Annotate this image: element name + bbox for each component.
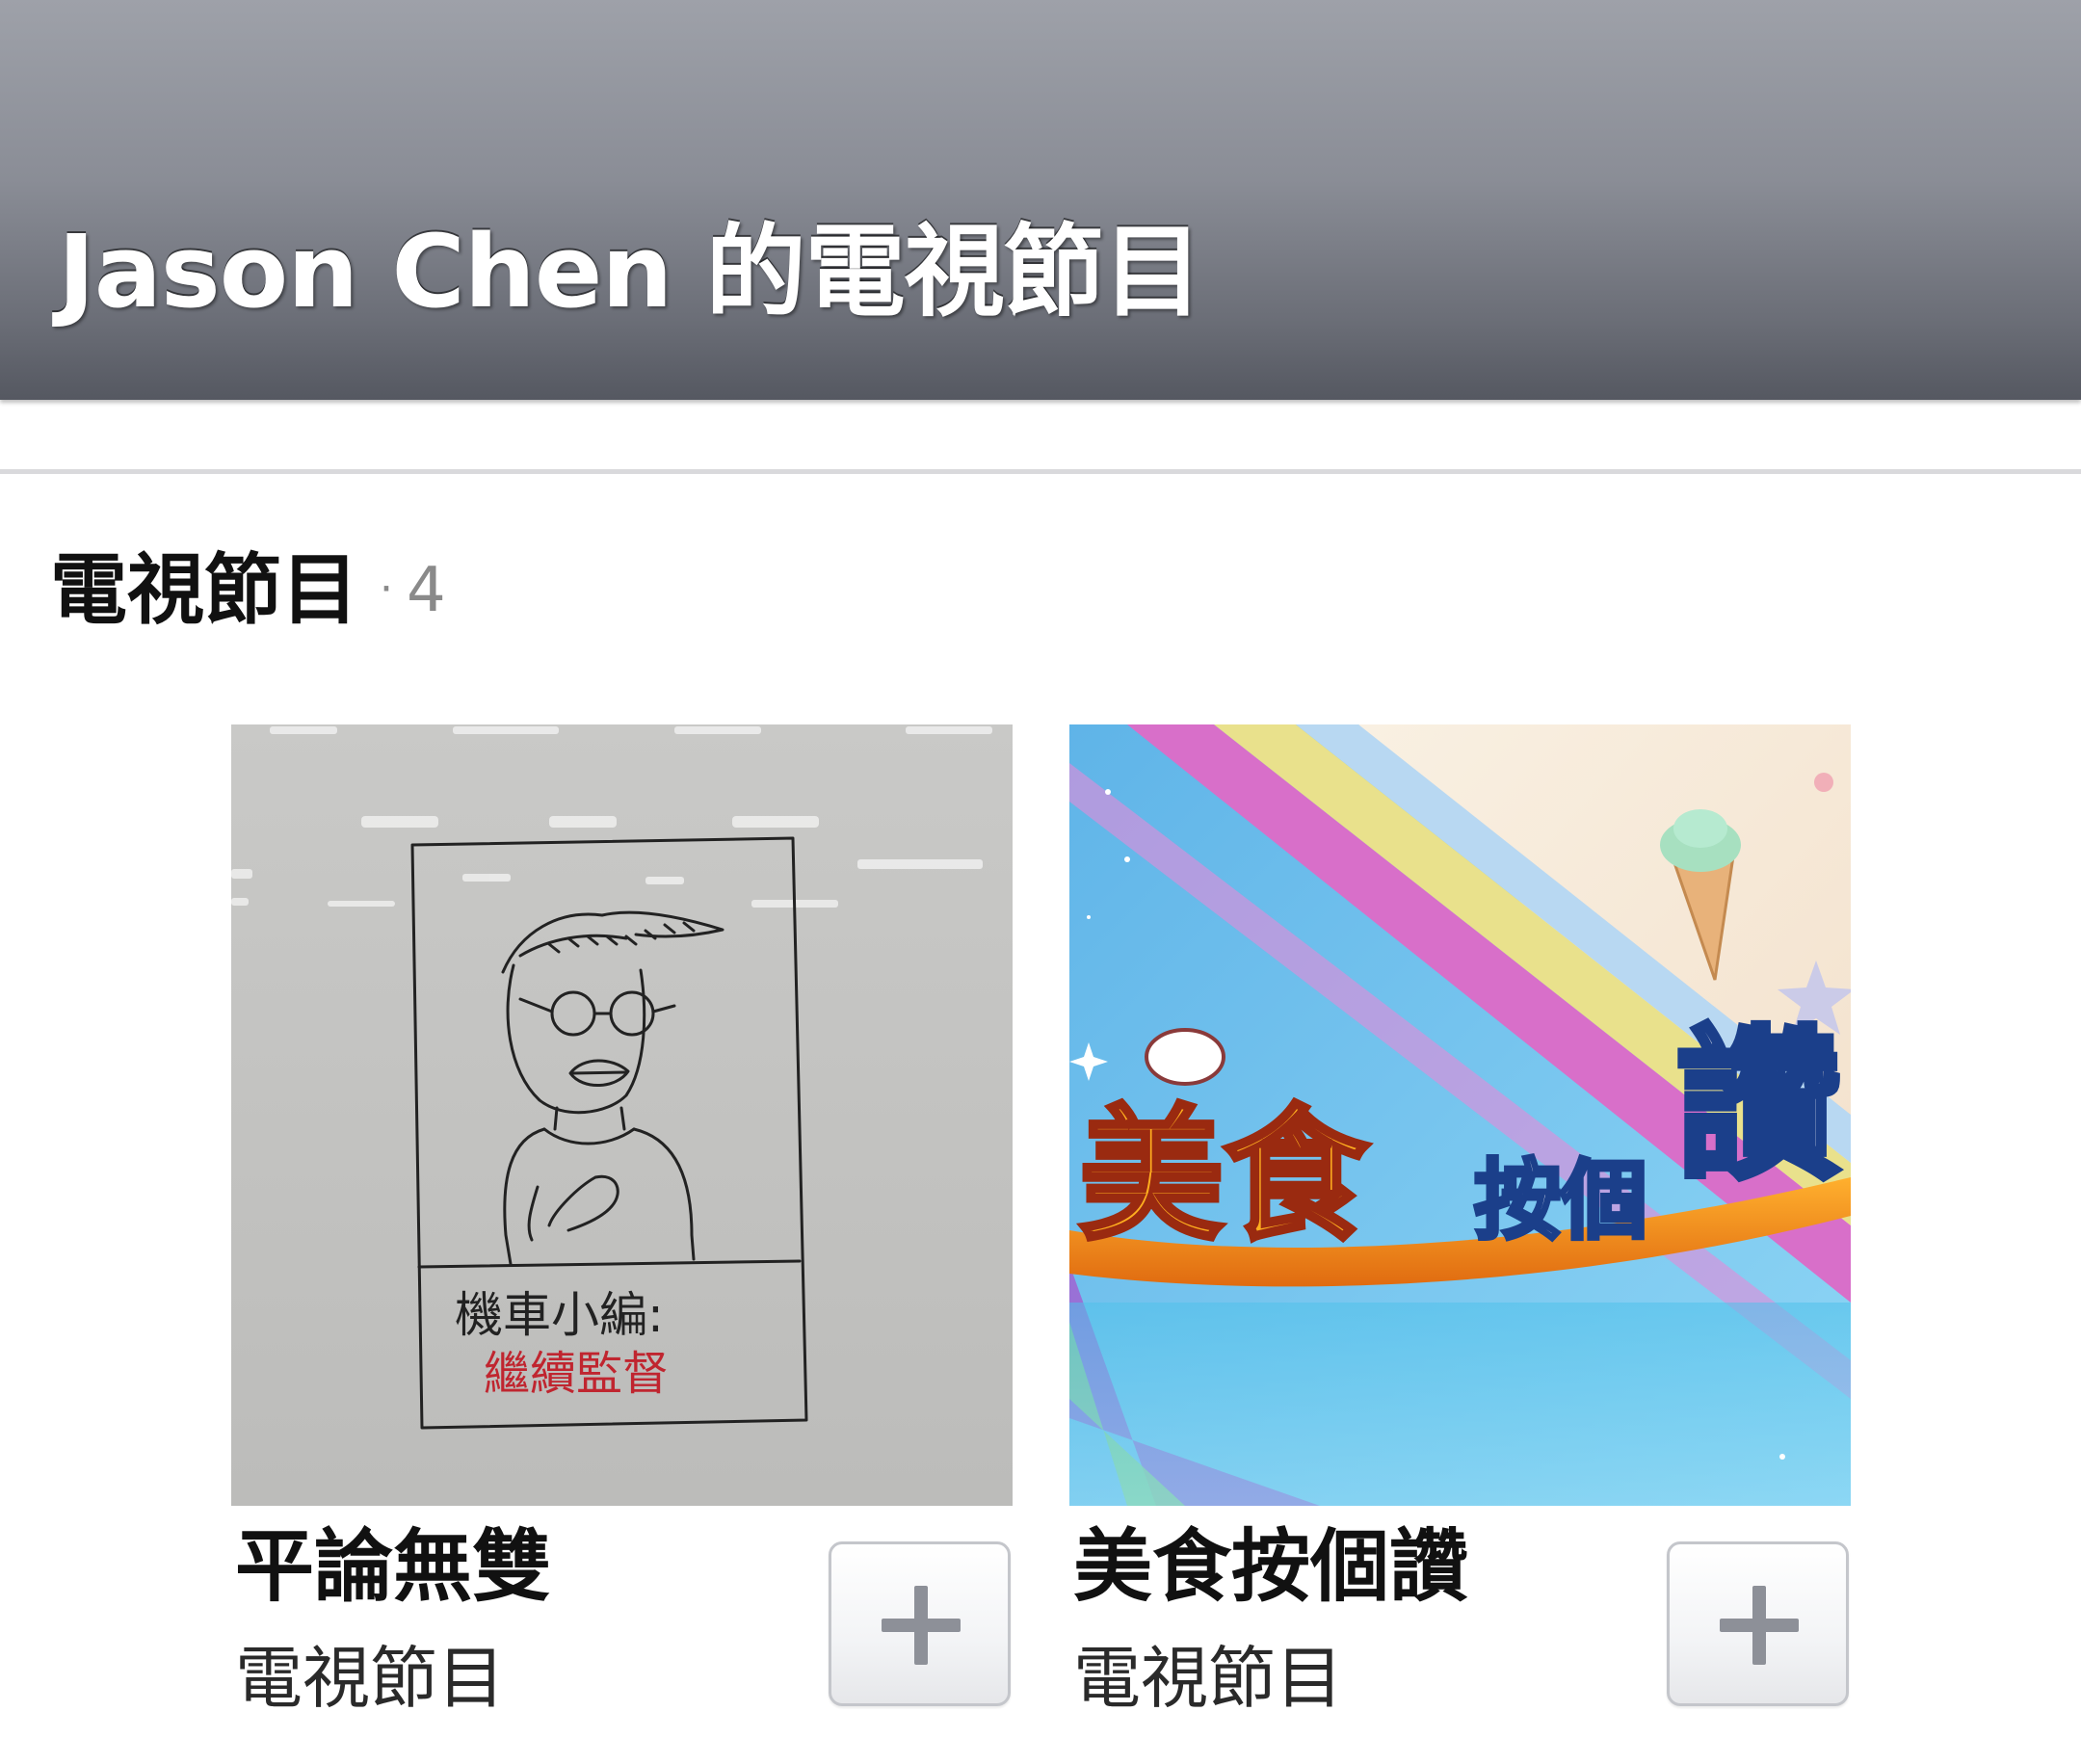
show-category: 電視節目	[1073, 1639, 1343, 1718]
tv-show-card: 機車小編: 繼續監督 平論無雙 電視節目	[231, 724, 1013, 1718]
show-name[interactable]: 美食按個讚	[1073, 1519, 1468, 1616]
logo-text-main: 美食	[1079, 1093, 1369, 1260]
section-title: 電視節目	[50, 545, 358, 635]
logo-text-small: 按個	[1474, 1150, 1647, 1251]
drawing-caption-line1: 機車小編:	[455, 1287, 664, 1343]
tv-show-card: 美食 按個 讚 美食按個讚 電視節目	[1069, 724, 1851, 1718]
show-thumbnail-meishi[interactable]: 美食 按個 讚	[1069, 724, 1851, 1506]
logo-text-big: 讚	[1676, 1012, 1840, 1202]
section-separator: ·	[380, 565, 393, 614]
page-header: Jason Chen 的電視節目	[0, 0, 2081, 400]
section-count: 4	[407, 555, 446, 626]
show-thumbnail-pinglun[interactable]: 機車小編: 繼續監督	[231, 724, 1013, 1506]
add-show-button[interactable]	[1667, 1541, 1849, 1706]
add-show-button[interactable]	[829, 1541, 1011, 1706]
section-divider	[0, 469, 2081, 474]
drawing-caption-line2: 繼續監督	[484, 1347, 669, 1401]
show-category: 電視節目	[235, 1639, 505, 1718]
page-title: Jason Chen 的電視節目	[58, 213, 1203, 330]
show-name[interactable]: 平論無雙	[235, 1519, 551, 1616]
section-heading: 電視節目 · 4	[50, 542, 446, 639]
